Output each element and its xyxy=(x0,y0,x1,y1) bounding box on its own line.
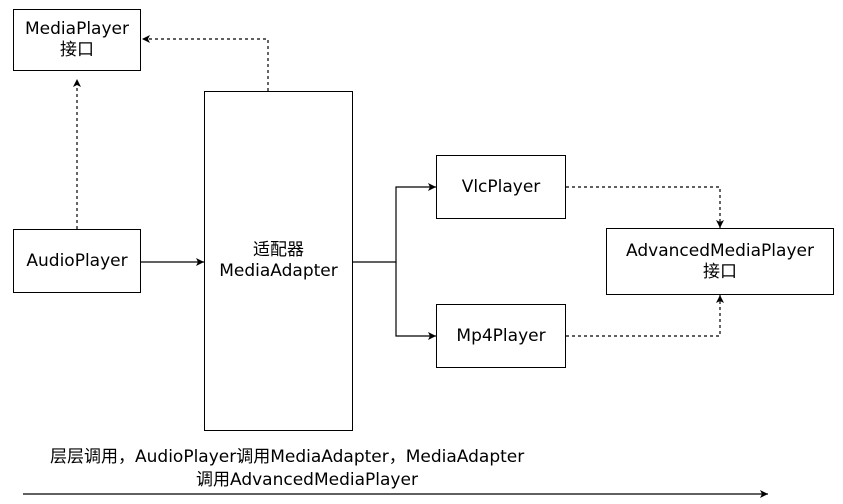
audioplayer-node: AudioPlayer xyxy=(13,229,141,293)
advancedmediaplayer-subtitle: 接口 xyxy=(703,261,737,282)
call-chain-caption-line2: 调用AdvancedMediaPlayer xyxy=(196,470,418,490)
edge-mediaadapter-to-mp4player xyxy=(395,262,436,340)
mp4player-node: Mp4Player xyxy=(436,304,566,368)
advancedmediaplayer-interface-node: AdvancedMediaPlayer 接口 xyxy=(606,228,834,295)
edge-mediaadapter-to-mediaplayer xyxy=(142,35,269,91)
edge-vlcplayer-to-advancedmediaplayer xyxy=(566,186,724,228)
vlcplayer-node: VlcPlayer xyxy=(436,155,566,219)
mediaadapter-subtitle: MediaAdapter xyxy=(219,261,338,281)
mediaadapter-node: 适配器 MediaAdapter xyxy=(204,91,353,431)
edge-mp4player-to-advancedmediaplayer xyxy=(566,295,724,337)
audioplayer-label: AudioPlayer xyxy=(26,250,128,271)
call-chain-caption-line1: 层层调用，AudioPlayer调用MediaAdapter，MediaAdap… xyxy=(50,447,525,467)
mediaadapter-title: 适配器 xyxy=(253,240,304,260)
mp4player-label: Mp4Player xyxy=(456,325,546,346)
edge-mediaadapter-to-vlcplayer xyxy=(353,183,436,263)
mediaplayer-interface-node: MediaPlayer 接口 xyxy=(13,9,141,71)
advancedmediaplayer-title: AdvancedMediaPlayer xyxy=(626,240,814,261)
mediaplayer-subtitle: 接口 xyxy=(60,40,94,60)
mediaplayer-title: MediaPlayer xyxy=(25,19,129,39)
vlcplayer-label: VlcPlayer xyxy=(461,176,541,197)
